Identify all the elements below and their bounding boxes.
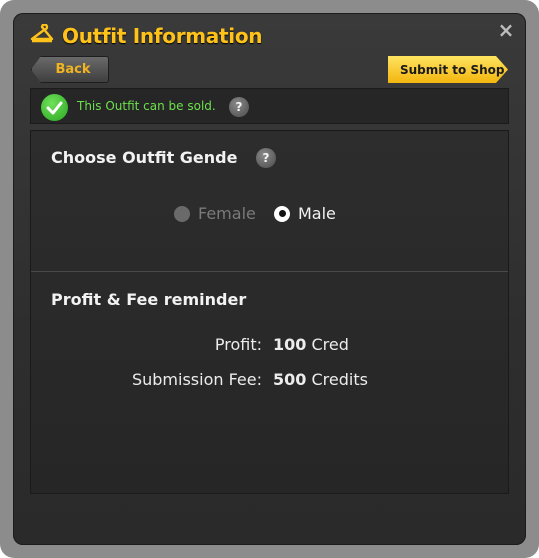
window-title: Outfit Information	[62, 24, 263, 48]
fee-section-title: Profit & Fee reminder	[51, 290, 247, 309]
male-label: Male	[298, 204, 336, 223]
check-icon	[41, 94, 68, 121]
submission-fee-amount: 500	[273, 370, 307, 389]
sell-status-message: This Outfit can be sold.	[77, 99, 216, 113]
male-radio[interactable]	[274, 205, 290, 222]
gender-option-male[interactable]: Male	[274, 204, 336, 223]
window-title-bar: Outfit Information	[30, 22, 263, 50]
sell-status-bar: This Outfit can be sold. ?	[30, 88, 509, 124]
hanger-icon	[30, 23, 54, 48]
profit-amount: 100	[273, 335, 307, 354]
help-icon[interactable]: ?	[256, 148, 276, 168]
help-icon[interactable]: ?	[229, 97, 249, 117]
profit-unit: Cred	[311, 335, 349, 354]
submission-fee-unit: Credits	[311, 370, 368, 389]
submission-fee-label: Submission Fee:	[131, 370, 262, 389]
back-button[interactable]: Back	[31, 56, 109, 83]
profit-value: 100 Cred	[273, 335, 349, 354]
female-label: Female	[198, 204, 256, 223]
gender-section-title: Choose Outfit Gende	[51, 148, 238, 167]
submit-to-shop-button[interactable]: Submit to Shop	[388, 56, 508, 83]
profit-label: Profit:	[214, 335, 262, 354]
submission-fee-row: Submission Fee: 500 Credits	[31, 370, 510, 392]
female-radio	[174, 205, 190, 222]
submission-fee-value: 500 Credits	[273, 370, 368, 389]
profit-row: Profit: 100 Cred	[31, 335, 510, 357]
close-icon[interactable]: ×	[496, 20, 516, 40]
section-divider	[31, 271, 508, 272]
gender-option-female: Female	[174, 204, 256, 223]
outfit-settings-panel: Choose Outfit Gende ? Female Male Profit…	[30, 130, 509, 494]
